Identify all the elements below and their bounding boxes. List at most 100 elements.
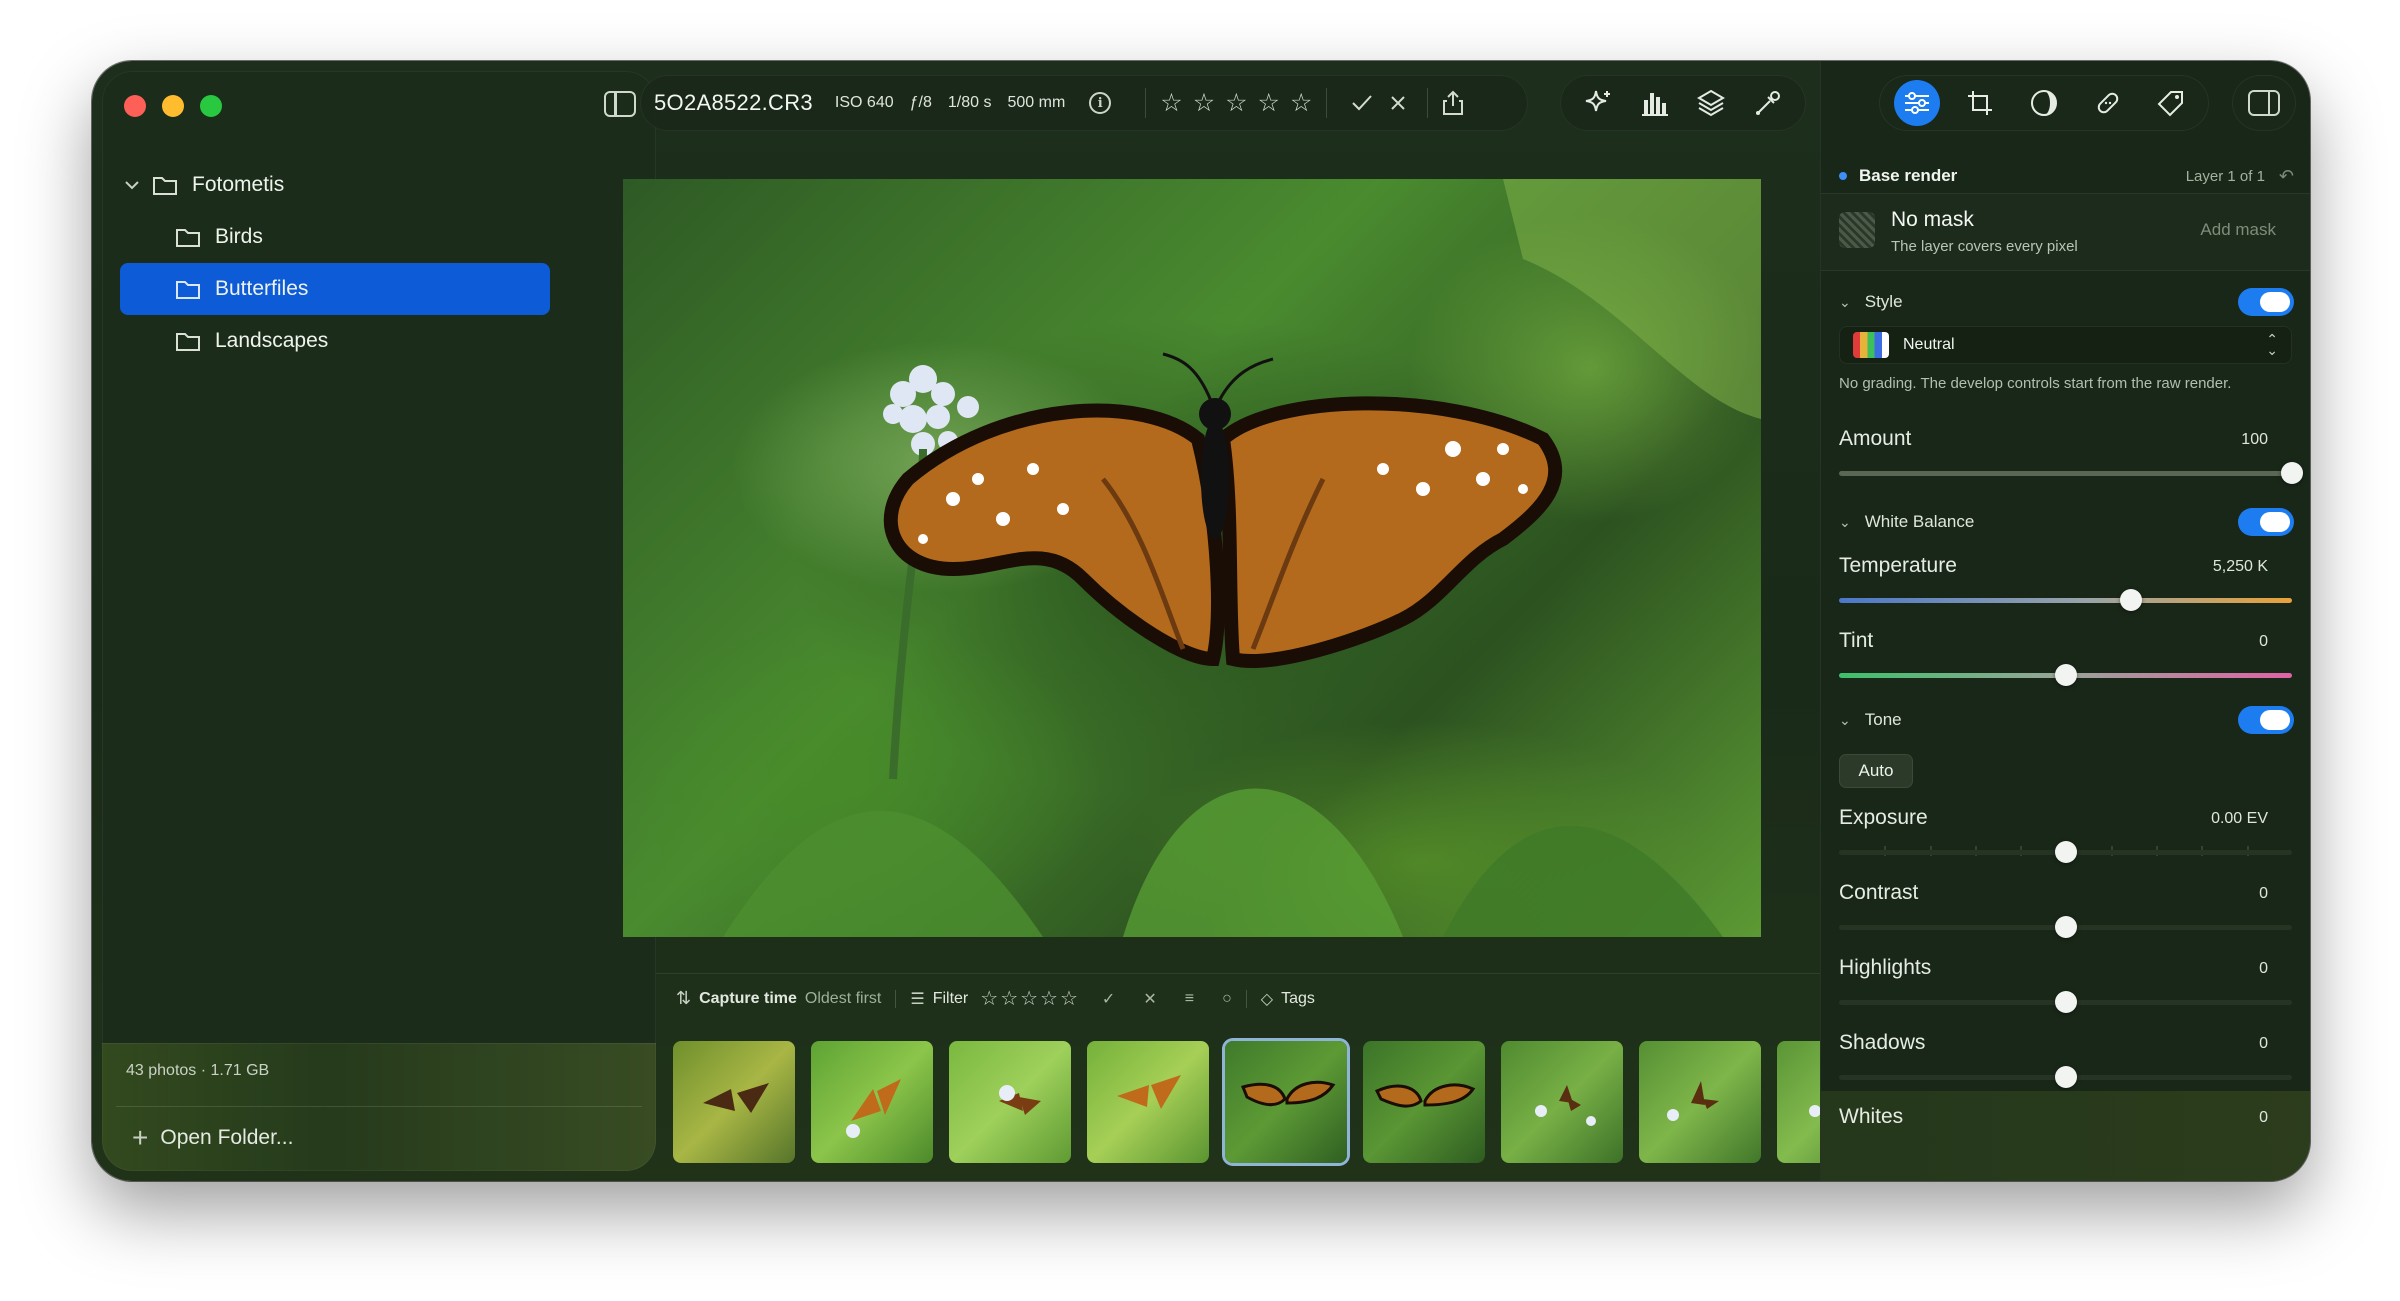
tags-label: Tags — [1281, 989, 1315, 1007]
highlights-slider[interactable]: Highlights 0 — [1839, 956, 2292, 1016]
tab-adjust[interactable] — [1893, 80, 1940, 126]
sparkle-icon[interactable] — [1581, 86, 1615, 120]
star-icon[interactable]: ☆ — [1160, 88, 1182, 118]
slider-knob[interactable] — [2054, 991, 2077, 1013]
slider-track[interactable] — [1839, 598, 2292, 603]
filter-reject-x-icon[interactable]: ✕ — [1143, 989, 1156, 1009]
library-stats: 43 photos · 1.71 GB — [126, 1062, 270, 1079]
star-icon[interactable]: ☆ — [1225, 88, 1247, 118]
reject-x-icon[interactable] — [1389, 94, 1407, 112]
divider — [116, 1106, 642, 1107]
star-rating[interactable]: ☆ ☆ ☆ ☆ ☆ — [1160, 88, 1312, 118]
contrast-slider[interactable]: Contrast 0 — [1839, 881, 2292, 941]
filter-star-rating[interactable]: ☆☆☆☆☆ — [980, 986, 1080, 1011]
filter-circle-icon[interactable]: ○ — [1222, 990, 1232, 1008]
sidebar: Fotometis Birds Butterfiles Landscapes 4… — [102, 71, 656, 1171]
zoom-button[interactable] — [200, 95, 222, 117]
whites-slider[interactable]: Whites 0 — [1839, 1105, 2292, 1165]
filter-icon: ☰ — [910, 990, 925, 1008]
tab-heal[interactable] — [2085, 80, 2131, 126]
tag-icon — [2157, 91, 2184, 117]
info-icon[interactable]: i — [1089, 92, 1112, 114]
add-mask-button[interactable]: Add mask — [2200, 220, 2276, 240]
shadows-slider[interactable]: Shadows 0 — [1839, 1031, 2292, 1091]
slider-knob[interactable] — [2054, 841, 2077, 863]
layer-count: Layer 1 of 1 — [2185, 167, 2265, 185]
slider-knob[interactable] — [2054, 1066, 2077, 1088]
style-section-header[interactable]: ⌄ Style — [1839, 286, 2294, 318]
layers-icon[interactable] — [1694, 86, 1728, 120]
star-icon[interactable]: ☆ — [1258, 88, 1280, 118]
sidebar-toggle-icon[interactable] — [604, 91, 636, 117]
close-button[interactable] — [124, 95, 146, 117]
tree-item-fotometis[interactable]: Fotometis — [120, 159, 550, 211]
sort-order: Oldest first — [804, 989, 882, 1007]
exposure-slider[interactable]: Exposure 0.00 EV — [1839, 806, 2292, 866]
tree-item-birds[interactable]: Birds — [120, 211, 550, 263]
tree-item-label: Landscapes — [215, 329, 329, 352]
thumbnail[interactable] — [811, 1041, 933, 1163]
style-swatch-icon — [1853, 332, 1889, 358]
amount-slider[interactable]: Amount 100 — [1839, 427, 2303, 487]
temperature-slider[interactable]: Temperature 5,250 K — [1839, 554, 2292, 614]
thumbnail[interactable] — [1639, 1041, 1761, 1163]
thumbnail[interactable] — [1087, 1041, 1209, 1163]
thumbnail-selected[interactable] — [1225, 1041, 1347, 1163]
sort-button[interactable]: ⇅ Capture time Oldest first — [676, 988, 881, 1009]
chevron-down-icon[interactable]: ⌄ — [1839, 712, 1851, 729]
thumbnail[interactable] — [673, 1041, 795, 1163]
slider-knob[interactable] — [2281, 462, 2303, 484]
undo-icon[interactable]: ↶ — [2279, 166, 2294, 187]
inspector-toggle-button[interactable] — [2232, 75, 2296, 131]
folder-icon — [175, 278, 201, 300]
tab-tags[interactable] — [2148, 80, 2194, 126]
thumbnail[interactable] — [949, 1041, 1071, 1163]
chevron-down-icon[interactable] — [120, 173, 144, 197]
section-title: Tone — [1864, 710, 1902, 729]
slider-knob[interactable] — [2120, 589, 2143, 611]
aperture-value: ƒ/8 — [909, 94, 932, 111]
pick-check-icon[interactable] — [1351, 94, 1373, 112]
white-balance-toggle[interactable] — [2238, 508, 2294, 536]
filter-pick-check-icon[interactable]: ✓ — [1102, 989, 1115, 1009]
thumbnail[interactable] — [1363, 1041, 1485, 1163]
style-toggle[interactable] — [2238, 288, 2294, 316]
inspector-panel: Base render Layer 1 of 1 ↶ No mask The l… — [1820, 61, 2310, 1181]
tint-slider[interactable]: Tint 0 — [1839, 629, 2292, 689]
tag-icon: ◇ — [1260, 990, 1274, 1008]
star-icon[interactable]: ☆ — [1290, 88, 1312, 118]
eyedropper-icon[interactable] — [1751, 86, 1785, 120]
chevron-down-icon[interactable]: ⌄ — [1839, 514, 1851, 531]
share-icon[interactable] — [1442, 90, 1464, 116]
thumbnail[interactable] — [1501, 1041, 1623, 1163]
tone-section-header[interactable]: ⌄ Tone — [1839, 704, 2294, 736]
tree-item-butterfiles[interactable]: Butterfiles — [120, 263, 550, 315]
tab-color[interactable] — [2021, 80, 2067, 126]
auto-tone-button[interactable]: Auto — [1839, 754, 1913, 788]
tree-item-landscapes[interactable]: Landscapes — [120, 315, 550, 367]
tone-toggle[interactable] — [2238, 706, 2294, 734]
filter-list-icon[interactable]: ≡ — [1185, 990, 1194, 1008]
slider-knob[interactable] — [2054, 664, 2077, 686]
slider-value: 0 — [2259, 885, 2268, 902]
mask-title: No mask — [1891, 208, 1974, 231]
file-name: 5O2A8522.CR3 — [654, 90, 813, 115]
filter-button[interactable]: ☰ Filter — [910, 989, 968, 1009]
layer-header[interactable]: Base render Layer 1 of 1 ↶ — [1839, 161, 2294, 191]
window-controls — [124, 95, 222, 117]
histogram-icon[interactable] — [1638, 86, 1672, 120]
minimize-button[interactable] — [162, 95, 184, 117]
chevron-down-icon[interactable]: ⌄ — [1839, 294, 1851, 311]
slider-track[interactable] — [1839, 471, 2292, 476]
style-preset-select[interactable]: Neutral ⌃ ⌄ — [1839, 326, 2292, 364]
main-photo[interactable] — [623, 179, 1761, 937]
sidebar-footer: 43 photos · 1.71 GB + Open Folder... — [102, 1043, 656, 1171]
slider-knob[interactable] — [2054, 916, 2077, 938]
tags-filter[interactable]: ◇ Tags — [1261, 989, 1315, 1009]
tree-item-label: Butterfiles — [215, 277, 309, 300]
tab-crop[interactable] — [1957, 80, 2003, 126]
white-balance-section-header[interactable]: ⌄ White Balance — [1839, 506, 2294, 538]
chevron-updown-icon: ⌃ ⌄ — [2266, 330, 2278, 358]
open-folder-button[interactable]: + Open Folder... — [132, 1124, 293, 1152]
star-icon[interactable]: ☆ — [1193, 88, 1215, 118]
